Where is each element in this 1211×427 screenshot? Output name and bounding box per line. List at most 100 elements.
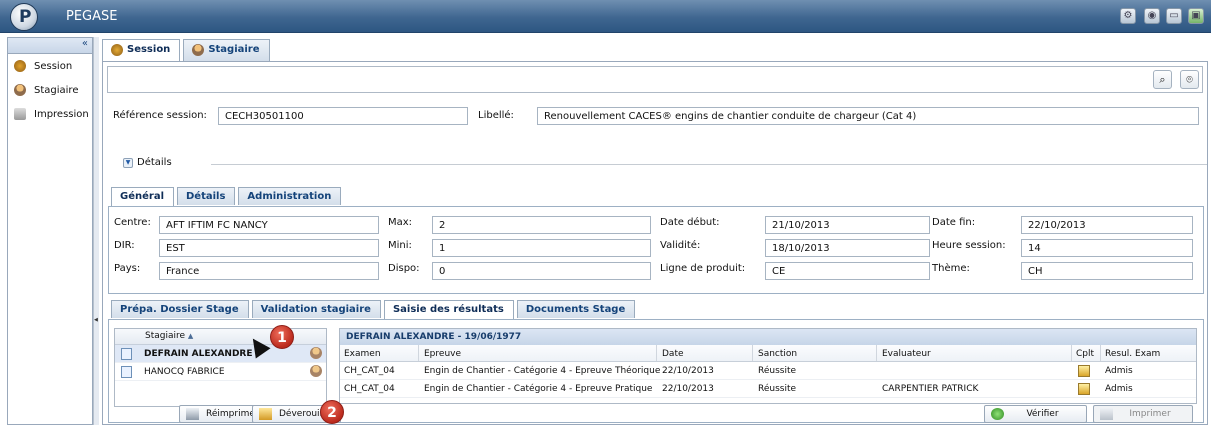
tab-saisie-resultats[interactable]: Saisie des résultats xyxy=(383,300,514,319)
details-label: Détails xyxy=(137,157,172,168)
general-panel: Centre: AFT IFTIM FC NANCY DIR: EST Pays… xyxy=(108,206,1204,294)
pays-field[interactable]: France xyxy=(159,262,379,280)
sidebar-item-label: Impression xyxy=(34,108,89,120)
column-divider xyxy=(1071,345,1072,361)
person-icon[interactable] xyxy=(310,347,322,359)
message-icon[interactable]: ▭ xyxy=(1166,8,1182,24)
dir-field[interactable]: EST xyxy=(159,239,379,257)
details-toggle[interactable]: ▼ Détails xyxy=(115,157,1207,170)
column-date[interactable]: Date xyxy=(662,349,684,359)
date-fin-field[interactable]: 22/10/2013 xyxy=(1021,216,1193,234)
mini-field[interactable]: 1 xyxy=(432,239,651,257)
theme-field[interactable]: CH xyxy=(1021,262,1193,280)
results-grid-header: Examen Epreuve Date Sanction Evaluateur … xyxy=(340,345,1196,362)
document-icon xyxy=(121,348,132,360)
stagiaire-row[interactable]: DEFRAIN ALEXANDRE xyxy=(115,345,326,363)
sidebar-item-label: Session xyxy=(34,60,73,72)
search-session-icon[interactable]: ⌾ xyxy=(1180,70,1199,89)
document-icon xyxy=(121,366,132,378)
libelle-field[interactable]: Renouvellement CACES® engins de chantier… xyxy=(537,107,1199,125)
max-field[interactable]: 2 xyxy=(432,216,651,234)
ligne-produit-field[interactable]: CE xyxy=(765,262,930,280)
date-debut-field[interactable]: 21/10/2013 xyxy=(765,216,930,234)
tab-prepa-dossier[interactable]: Prépa. Dossier Stage xyxy=(111,300,249,318)
imprimer-label: Imprimer xyxy=(1129,409,1171,419)
unlock-icon xyxy=(259,408,272,420)
reference-field[interactable]: CECH30501100 xyxy=(218,107,468,125)
exit-icon[interactable]: ▣ xyxy=(1188,8,1204,24)
reference-label: Référence session: xyxy=(113,110,207,121)
tab-documents-stage[interactable]: Documents Stage xyxy=(516,300,636,318)
sidebar-item-stagiaire[interactable]: Stagiaire xyxy=(8,78,92,102)
pays-label: Pays: xyxy=(114,263,141,274)
dir-label: DIR: xyxy=(114,240,135,251)
sort-asc-icon: ▲ xyxy=(187,332,194,340)
results-grid: DEFRAIN ALEXANDRE - 19/06/1977 Examen Ep… xyxy=(339,328,1197,404)
epreuve-cell: Engin de Chantier - Catégorie 4 - Epreuv… xyxy=(424,366,661,376)
stagiaire-header-label: Stagiaire xyxy=(145,331,186,341)
column-divider xyxy=(876,345,877,361)
heure-session-label: Heure session: xyxy=(932,240,1006,251)
wrench-icon[interactable]: ⚙ xyxy=(1120,8,1136,24)
theme-label: Thème: xyxy=(932,263,970,274)
dispo-field[interactable]: 0 xyxy=(432,262,651,280)
column-resul-exam[interactable]: Resul. Exam xyxy=(1105,349,1160,359)
info-tabs: Général Détails Administration xyxy=(111,187,344,206)
column-cplt[interactable]: Cplt xyxy=(1076,349,1094,359)
printer-icon xyxy=(1100,408,1113,420)
centre-field[interactable]: AFT IFTIM FC NANCY xyxy=(159,216,379,234)
printer-icon xyxy=(186,408,199,420)
column-sanction[interactable]: Sanction xyxy=(758,349,797,359)
tab-stagiaire[interactable]: Stagiaire xyxy=(183,39,270,61)
sanction-cell: Réussite xyxy=(758,366,797,376)
stagiaire-column-header[interactable]: Stagiaire ▲ xyxy=(115,329,326,345)
mini-label: Mini: xyxy=(388,240,412,251)
stagiaire-row[interactable]: HANOCQ FABRICE xyxy=(115,363,326,381)
validite-field[interactable]: 18/10/2013 xyxy=(765,239,930,257)
check-icon xyxy=(991,408,1004,420)
sidebar-splitter[interactable] xyxy=(93,37,99,425)
column-evaluateur[interactable]: Evaluateur xyxy=(882,349,931,359)
date-cell: 22/10/2013 xyxy=(662,366,714,376)
collapse-sidebar-button[interactable]: « xyxy=(8,38,92,54)
complement-icon[interactable] xyxy=(1078,365,1090,377)
tab-administration[interactable]: Administration xyxy=(238,187,342,205)
session-icon xyxy=(14,60,26,72)
results-grid-title: DEFRAIN ALEXANDRE - 19/06/1977 xyxy=(340,329,1196,345)
tab-session[interactable]: Session xyxy=(102,39,181,62)
results-row[interactable]: CH_CAT_04 Engin de Chantier - Catégorie … xyxy=(340,362,1196,380)
annotation-badge-1: 1 xyxy=(270,325,294,349)
examen-cell: CH_CAT_04 xyxy=(344,366,395,376)
column-epreuve[interactable]: Epreuve xyxy=(424,349,461,359)
session-panel: ⌕ ⌾ Référence session: CECH30501100 Libe… xyxy=(102,61,1208,425)
stagiaire-name: HANOCQ FABRICE xyxy=(144,367,225,377)
sidebar: « Session Stagiaire Impression xyxy=(7,37,93,425)
heure-session-field[interactable]: 14 xyxy=(1021,239,1193,257)
column-examen[interactable]: Examen xyxy=(344,349,381,359)
centre-label: Centre: xyxy=(114,217,151,228)
tab-label: Stagiaire xyxy=(208,44,260,55)
column-divider xyxy=(418,345,419,361)
imprimer-button[interactable]: Imprimer xyxy=(1093,405,1193,423)
results-row[interactable]: CH_CAT_04 Engin de Chantier - Catégorie … xyxy=(340,380,1196,398)
complement-icon[interactable] xyxy=(1078,383,1090,395)
column-divider xyxy=(1100,345,1101,361)
annotation-badge-2: 2 xyxy=(320,400,344,424)
binoculars-icon[interactable]: ⌕ xyxy=(1153,70,1172,89)
settings-icon[interactable]: ◉ xyxy=(1144,8,1160,24)
sidebar-item-impression[interactable]: Impression xyxy=(8,102,92,126)
tab-validation-stagiaire[interactable]: Validation stagiaire xyxy=(251,300,381,318)
tab-details[interactable]: Détails xyxy=(177,187,236,205)
main-content: Session Stagiaire ⌕ ⌾ Référence session:… xyxy=(100,37,1208,425)
resul-exam-cell: Admis xyxy=(1105,384,1133,394)
ligne-produit-label: Ligne de produit: xyxy=(660,263,746,274)
verifier-button[interactable]: Vérifier xyxy=(984,405,1087,423)
result-tabs: Prépa. Dossier Stage Validation stagiair… xyxy=(111,300,638,319)
details-divider xyxy=(211,164,1207,165)
tab-general[interactable]: Général xyxy=(111,187,174,206)
evaluateur-cell: CARPENTIER PATRICK xyxy=(882,384,979,394)
outer-tabs: Session Stagiaire xyxy=(102,39,273,62)
verifier-label: Vérifier xyxy=(1026,409,1059,419)
person-icon[interactable] xyxy=(310,365,322,377)
sidebar-item-session[interactable]: Session xyxy=(8,54,92,78)
